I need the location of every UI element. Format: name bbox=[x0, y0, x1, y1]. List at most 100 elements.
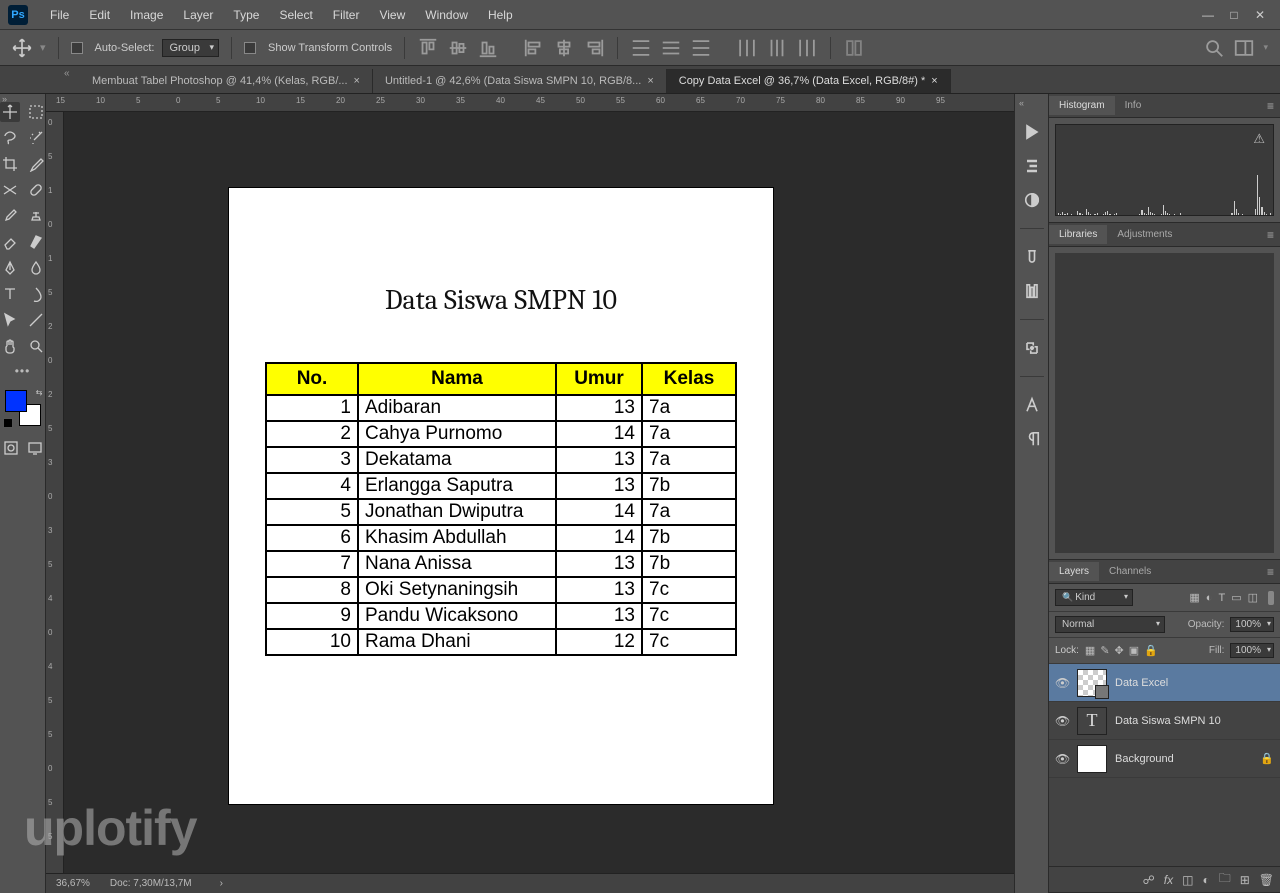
color-swatches[interactable]: ⇆ bbox=[5, 390, 41, 426]
layer-group-icon[interactable]: 🗀 bbox=[1219, 869, 1231, 890]
layer-thumbnail[interactable] bbox=[1077, 669, 1107, 697]
layer-row[interactable]: 👁 Background 🔒 bbox=[1049, 740, 1280, 778]
new-layer-icon[interactable]: ⊞ bbox=[1240, 873, 1250, 887]
align-left-icon[interactable] bbox=[523, 37, 545, 59]
lasso-tool[interactable] bbox=[0, 128, 20, 148]
menu-help[interactable]: Help bbox=[478, 4, 523, 26]
collapse-chevron-icon[interactable]: « bbox=[64, 68, 70, 79]
blend-mode-dropdown[interactable]: Normal bbox=[1055, 616, 1165, 633]
hand-tool[interactable] bbox=[0, 336, 20, 356]
distribute-left-icon[interactable] bbox=[736, 37, 758, 59]
layer-name[interactable]: Background bbox=[1115, 753, 1174, 765]
clone-source-icon[interactable] bbox=[1022, 338, 1042, 358]
canvas[interactable]: Data Siswa SMPN 10 No. Nama Umur Kelas 1… bbox=[64, 112, 1014, 873]
document-tab[interactable]: Membuat Tabel Photoshop @ 41,4% (Kelas, … bbox=[80, 69, 373, 93]
align-hcenter-icon[interactable] bbox=[553, 37, 575, 59]
zoom-level[interactable]: 36,67% bbox=[56, 878, 90, 889]
layer-thumbnail[interactable]: T bbox=[1077, 707, 1107, 735]
tab-channels[interactable]: Channels bbox=[1099, 562, 1161, 581]
default-colors-icon[interactable] bbox=[3, 418, 13, 428]
filter-shape-icon[interactable]: ▭ bbox=[1231, 591, 1241, 604]
status-menu-icon[interactable]: › bbox=[220, 878, 223, 889]
minimize-button[interactable]: — bbox=[1196, 5, 1220, 25]
tab-layers[interactable]: Layers bbox=[1049, 562, 1099, 581]
panel-menu-icon[interactable]: ≡ bbox=[1267, 565, 1274, 579]
menu-layer[interactable]: Layer bbox=[173, 4, 223, 26]
magic-wand-tool[interactable] bbox=[26, 128, 46, 148]
type-tool[interactable] bbox=[0, 284, 20, 304]
distribute-right-icon[interactable] bbox=[796, 37, 818, 59]
menu-type[interactable]: Type bbox=[223, 4, 269, 26]
distribute-spacing-icon[interactable] bbox=[843, 37, 865, 59]
layer-mask-icon[interactable]: ◫ bbox=[1182, 873, 1193, 887]
spot-healing-tool[interactable] bbox=[26, 180, 46, 200]
libraries-body[interactable] bbox=[1055, 253, 1274, 553]
layer-thumbnail[interactable] bbox=[1077, 745, 1107, 773]
paragraph-icon[interactable] bbox=[1022, 429, 1042, 449]
blur-tool[interactable] bbox=[26, 258, 46, 278]
auto-select-checkbox[interactable] bbox=[71, 42, 83, 54]
pen-tool[interactable] bbox=[0, 258, 20, 278]
align-vcenter-icon[interactable] bbox=[447, 37, 469, 59]
layer-name[interactable]: Data Excel bbox=[1115, 677, 1168, 689]
distribute-bottom-icon[interactable] bbox=[690, 37, 712, 59]
direct-select-tool[interactable] bbox=[0, 310, 20, 330]
menu-edit[interactable]: Edit bbox=[79, 4, 120, 26]
show-transform-checkbox[interactable] bbox=[244, 42, 256, 54]
brush-tool[interactable] bbox=[0, 206, 20, 226]
menu-select[interactable]: Select bbox=[269, 4, 322, 26]
ruler-horizontal[interactable]: 1510505101520253035404550556065707580859… bbox=[46, 94, 1014, 112]
opacity-input[interactable]: 100% bbox=[1230, 617, 1274, 632]
tab-histogram[interactable]: Histogram bbox=[1049, 96, 1115, 115]
layer-list[interactable]: 👁 Data Excel 👁TData Siswa SMPN 10 👁 Backgrou… bbox=[1049, 664, 1280, 866]
distribute-hcenter-icon[interactable] bbox=[766, 37, 788, 59]
tab-info[interactable]: Info bbox=[1115, 96, 1152, 115]
document-tab[interactable]: Copy Data Excel @ 36,7% (Data Excel, RGB… bbox=[667, 69, 951, 93]
crop-tool[interactable] bbox=[0, 154, 20, 174]
fill-input[interactable]: 100% bbox=[1230, 643, 1274, 658]
menu-filter[interactable]: Filter bbox=[323, 4, 370, 26]
distribute-vcenter-icon[interactable] bbox=[660, 37, 682, 59]
delete-layer-icon[interactable]: 🗑 bbox=[1259, 873, 1274, 887]
brushes-icon[interactable] bbox=[1022, 247, 1042, 267]
ruler-vertical[interactable]: 0510152025303540455055 bbox=[46, 112, 64, 873]
lock-position-icon[interactable]: ✥ bbox=[1115, 644, 1124, 657]
tab-close-icon[interactable]: × bbox=[931, 75, 937, 87]
panel-menu-icon[interactable]: ≡ bbox=[1267, 228, 1274, 242]
marquee-tool[interactable] bbox=[26, 102, 46, 122]
distribute-top-icon[interactable] bbox=[630, 37, 652, 59]
visibility-icon[interactable]: 👁 bbox=[1055, 752, 1069, 766]
tab-close-icon[interactable]: × bbox=[647, 75, 653, 87]
adjustment-layer-icon[interactable]: ◐ bbox=[1202, 873, 1209, 887]
document-tab[interactable]: Untitled-1 @ 42,6% (Data Siswa SMPN 10, … bbox=[373, 69, 667, 93]
filter-adjust-icon[interactable]: ◐ bbox=[1206, 592, 1213, 604]
gradient-tool[interactable] bbox=[26, 232, 46, 252]
character-icon[interactable] bbox=[1022, 395, 1042, 415]
clone-stamp-tool[interactable] bbox=[26, 206, 46, 226]
visibility-icon[interactable]: 👁 bbox=[1055, 676, 1069, 690]
filter-pixel-icon[interactable]: ▦ bbox=[1189, 591, 1199, 604]
menu-image[interactable]: Image bbox=[120, 4, 173, 26]
swap-colors-icon[interactable]: ⇆ bbox=[36, 388, 43, 397]
search-icon[interactable] bbox=[1203, 37, 1225, 59]
lock-icon[interactable]: 🔒 bbox=[1260, 752, 1274, 765]
lock-all-icon[interactable]: 🔒 bbox=[1144, 644, 1158, 657]
path-select-tool[interactable] bbox=[26, 284, 46, 304]
lock-artboard-icon[interactable]: ▣ bbox=[1129, 644, 1139, 657]
align-top-icon[interactable] bbox=[417, 37, 439, 59]
eraser-tool[interactable] bbox=[0, 232, 20, 252]
layer-filter-dropdown[interactable]: Kind bbox=[1055, 589, 1133, 606]
lock-pixels-icon[interactable]: ✎ bbox=[1100, 644, 1109, 657]
tab-adjustments[interactable]: Adjustments bbox=[1107, 225, 1182, 244]
line-tool[interactable] bbox=[26, 310, 46, 330]
layer-row[interactable]: 👁TData Siswa SMPN 10 bbox=[1049, 702, 1280, 740]
filter-toggle[interactable] bbox=[1268, 591, 1274, 605]
expand-strip-icon[interactable]: « bbox=[1019, 98, 1024, 108]
zoom-tool[interactable] bbox=[26, 336, 46, 356]
close-button[interactable]: ✕ bbox=[1248, 5, 1272, 25]
menu-window[interactable]: Window bbox=[415, 4, 478, 26]
maximize-button[interactable]: □ bbox=[1222, 5, 1246, 25]
tab-close-icon[interactable]: × bbox=[354, 75, 360, 87]
auto-select-dropdown[interactable]: Group bbox=[162, 39, 219, 57]
align-bottom-icon[interactable] bbox=[477, 37, 499, 59]
